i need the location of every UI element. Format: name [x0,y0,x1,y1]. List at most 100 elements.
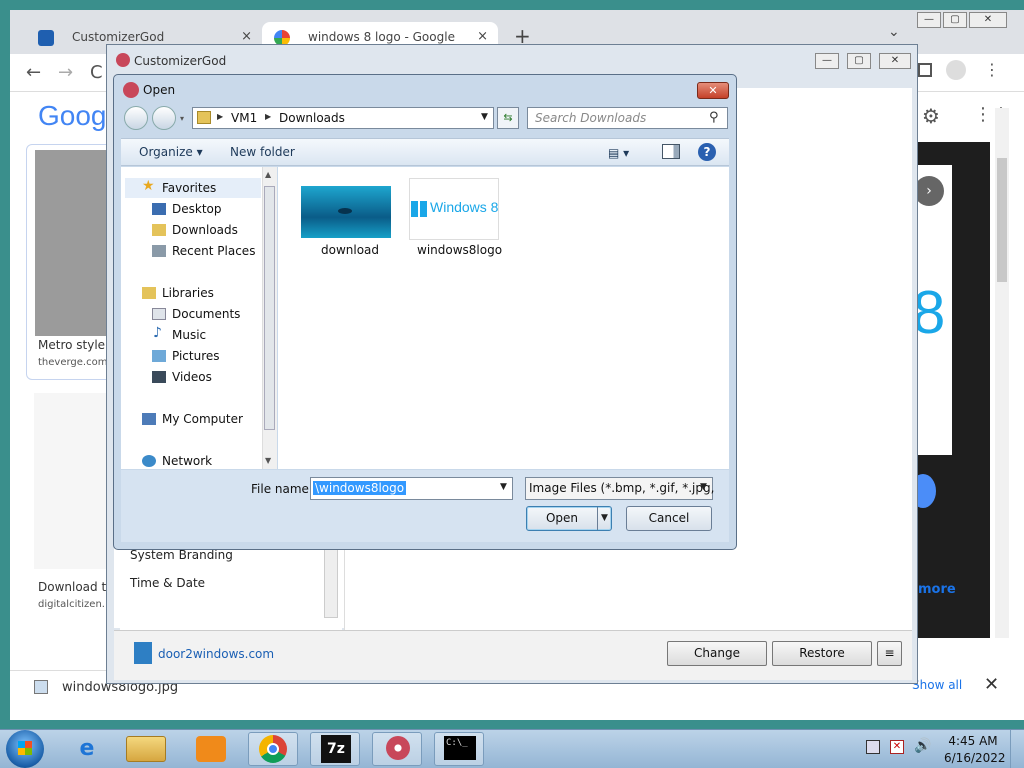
favorites-star-icon: ★ [142,178,155,194]
recent-locations-chevron-icon[interactable]: ▾ [180,114,184,123]
menu-dots-icon[interactable]: ⋮ [984,60,1000,79]
customizergod-app-icon [116,53,130,67]
settings-gear-icon[interactable]: ⚙ [922,104,940,128]
help-icon[interactable]: ? [698,143,716,161]
customizergod-favicon-icon [38,30,54,46]
extension-icon[interactable] [918,63,932,77]
google-logo[interactable]: Goog [38,100,107,132]
system-clock[interactable]: 4:45 AM 6/16/2022 [944,733,1006,767]
file-type-value: Image Files (*.bmp, *.gif, *.jpg, [529,481,715,495]
command-prompt-icon: C:\_ [444,736,476,760]
fish-graphic [338,208,352,214]
next-arrow-icon[interactable]: › [914,176,944,206]
nav-desktop[interactable]: Desktop [172,202,222,216]
file-name-dropdown-icon[interactable]: ▼ [500,482,507,492]
file-name-download[interactable]: download [321,243,379,257]
customizergod-icon [386,736,410,760]
internet-explorer-icon[interactable]: e [62,732,112,766]
customizer-minimize-button[interactable]: — [815,53,839,69]
show-desktop-button[interactable] [1010,730,1024,768]
nav-documents[interactable]: Documents [172,307,240,321]
scroll-down-icon[interactable]: ▼ [265,456,271,465]
nav-my-computer[interactable]: My Computer [162,412,243,426]
refresh-icon[interactable]: ⇆ [497,107,519,129]
change-button[interactable]: Change [667,641,767,666]
breadcrumb-chevron-icon[interactable]: ▶ [265,112,271,121]
libraries-icon [142,287,156,299]
address-dropdown-icon[interactable]: ▼ [481,112,488,122]
documents-icon [152,308,166,320]
customizer-preview-area [344,540,912,630]
forward-arrow-icon[interactable] [152,106,176,130]
downloads-folder-icon [152,224,166,236]
forward-icon[interactable]: → [58,62,73,83]
organize-button[interactable]: Organize ▾ [139,145,203,159]
back-arrow-icon[interactable] [124,106,148,130]
nav-downloads[interactable]: Downloads [172,223,238,237]
nav-favorites[interactable]: Favorites [162,181,216,195]
clock-date: 6/16/2022 [944,751,1006,765]
network-icon [142,455,156,467]
category-item[interactable]: System Branding [130,548,233,562]
more-link[interactable]: more [918,582,956,597]
preview-pane-icon[interactable] [662,144,680,159]
nav-pictures[interactable]: Pictures [172,349,220,363]
scroll-up-icon[interactable]: ▲ [265,170,271,179]
breadcrumb-vm1[interactable]: VM1 [231,111,257,125]
profile-avatar[interactable] [946,60,966,80]
image-file-icon [34,680,48,694]
category-scrollbar[interactable] [324,540,338,618]
result-source: digitalcitizen. [38,599,105,610]
nav-network[interactable]: Network [162,454,212,468]
tab-search-icon[interactable]: ⌄ [888,24,900,40]
customizer-close-button[interactable]: ✕ [879,53,911,69]
chrome-close-button[interactable]: ✕ [969,12,1007,28]
nav-videos[interactable]: Videos [172,370,212,384]
new-folder-button[interactable]: New folder [230,145,295,159]
result-source: theverge.com [38,357,108,368]
open-button-label: Open [545,511,579,525]
recent-places-icon [152,245,166,257]
show-all-button[interactable]: Show all [912,678,962,692]
dialog-close-button[interactable]: ✕ [697,82,729,99]
restore-button[interactable]: Restore [772,641,872,666]
category-item[interactable]: Time & Date [130,576,205,590]
action-center-flag-icon[interactable]: ✕ [890,740,904,754]
reload-icon[interactable]: C [90,62,103,83]
customizer-maximize-button[interactable]: ▢ [847,53,871,69]
media-player-icon[interactable] [196,736,226,762]
folder-icon [197,111,211,124]
chrome-maximize-button[interactable]: ▢ [943,12,967,28]
music-icon: ♪ [153,325,162,341]
videos-icon [152,371,166,383]
breadcrumb-downloads[interactable]: Downloads [279,111,345,125]
close-download-bar-icon[interactable]: ✕ [984,674,999,695]
nav-scrollbar-thumb[interactable] [264,186,275,430]
door2windows-link[interactable]: door2windows.com [158,647,274,661]
file-type-dropdown-icon[interactable]: ▼ [700,482,707,492]
result-title[interactable]: Download th [38,580,114,594]
file-name-windows8logo[interactable]: windows8logo [417,243,502,257]
result-title[interactable]: Metro style [38,338,105,352]
pictures-icon [152,350,166,362]
chrome-minimize-button[interactable]: — [917,12,941,28]
chrome-icon-center [267,743,279,755]
breadcrumb-chevron-icon[interactable]: ▶ [217,112,223,121]
nav-libraries[interactable]: Libraries [162,286,214,300]
thumbnail-text: Windows 8 [430,199,499,215]
change-view-icon[interactable]: ▤ ▾ [608,146,629,160]
menu-button[interactable]: ≡ [877,641,902,666]
page-scrollbar-thumb[interactable] [997,158,1007,282]
network-tray-icon[interactable] [866,740,880,754]
back-icon[interactable]: ← [26,62,41,83]
file-explorer-icon[interactable] [126,736,166,762]
volume-icon[interactable]: 🔊 [914,738,931,754]
search-icon[interactable]: ⚲ [709,110,719,125]
file-name-value[interactable]: \windows8logo [313,481,407,495]
open-split-dropdown-icon[interactable]: ▼ [597,507,611,530]
nav-music[interactable]: Music [172,328,206,342]
desktop-icon [152,203,166,215]
cancel-button[interactable]: Cancel [626,506,712,531]
dialog-command-bar [121,138,729,166]
nav-recent-places[interactable]: Recent Places [172,244,255,258]
